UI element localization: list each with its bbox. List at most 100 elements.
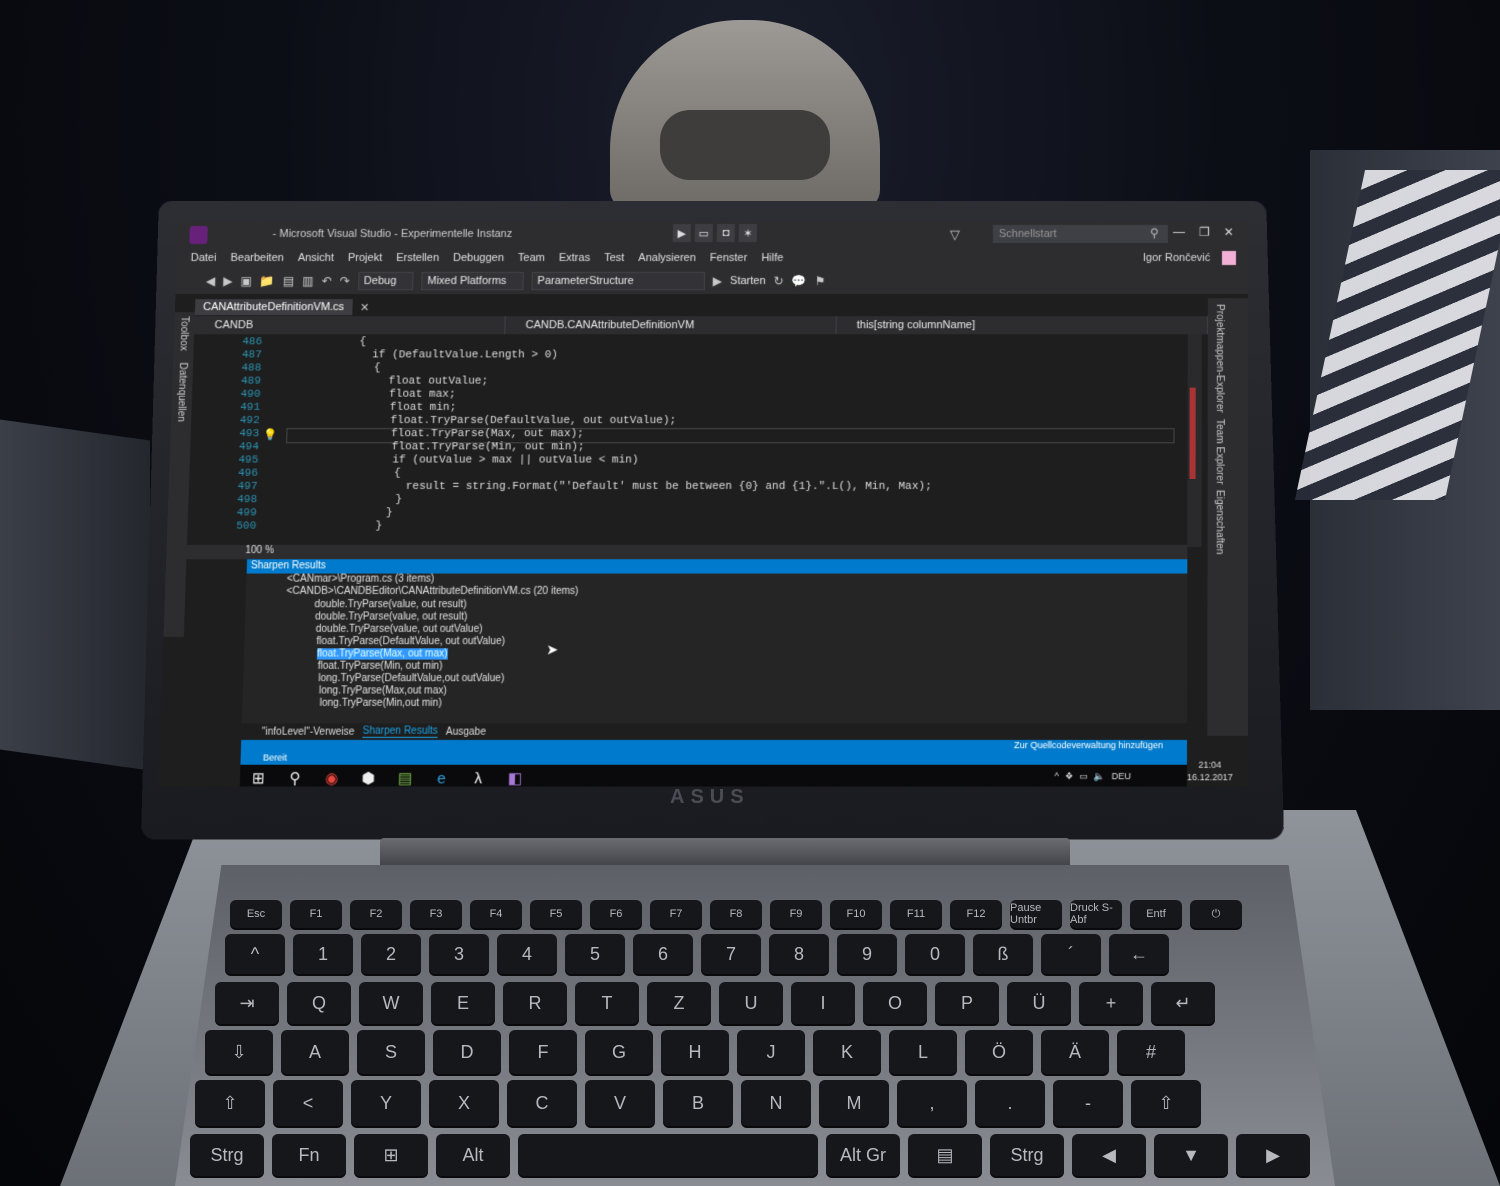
frame-icon[interactable]: ◘ — [717, 224, 735, 242]
key[interactable]: Ü — [1007, 982, 1071, 1024]
key[interactable]: V — [585, 1080, 655, 1126]
key[interactable]: ▼ — [1154, 1134, 1228, 1176]
config-select[interactable]: Debug — [358, 272, 414, 290]
key[interactable]: F9 — [770, 900, 822, 928]
key[interactable]: Pause Untbr — [1010, 900, 1062, 928]
key[interactable]: ⇩ — [205, 1030, 273, 1074]
key[interactable]: T — [575, 982, 639, 1024]
key[interactable]: S — [357, 1030, 425, 1074]
language-indicator[interactable]: DEU — [1112, 771, 1131, 782]
key[interactable]: . — [975, 1080, 1045, 1126]
result-item[interactable]: double.TryParse(value, out outValue) — [316, 624, 483, 635]
new-project-icon[interactable]: ▣ — [240, 274, 252, 288]
key[interactable]: ^ — [225, 934, 285, 974]
key[interactable]: # — [1117, 1030, 1185, 1074]
key[interactable]: F8 — [710, 900, 762, 928]
comment-icon[interactable]: 💬 — [792, 274, 807, 288]
save-all-icon[interactable]: ▥ — [302, 274, 314, 288]
properties-tab[interactable]: Eigenschaften — [1214, 490, 1225, 555]
lightbulb-icon[interactable]: 💡 — [263, 428, 277, 442]
redo-icon[interactable]: ↷ — [340, 274, 350, 288]
key[interactable]: Esc — [230, 900, 282, 928]
save-icon[interactable]: ▤ — [283, 274, 295, 288]
key[interactable]: Z — [647, 982, 711, 1024]
menu-file[interactable]: Datei — [191, 252, 217, 264]
key[interactable]: U — [719, 982, 783, 1024]
undo-icon[interactable]: ↶ — [321, 274, 332, 288]
key[interactable]: 2 — [361, 934, 421, 974]
start-icon[interactable]: ▶ — [713, 274, 722, 288]
result-item[interactable]: long.TryParse(Min,out min) — [319, 698, 441, 709]
key[interactable]: F7 — [650, 900, 702, 928]
key[interactable]: F — [509, 1030, 577, 1074]
notepad-icon[interactable]: ▤ — [395, 769, 416, 787]
key[interactable]: F3 — [410, 900, 462, 928]
key[interactable]: ↵ — [1151, 982, 1215, 1024]
key[interactable]: Fn — [272, 1134, 346, 1176]
key[interactable]: M — [819, 1080, 889, 1126]
zoom-level[interactable]: 100 % — [186, 545, 1187, 559]
key[interactable]: Ö — [965, 1030, 1033, 1074]
key[interactable]: G — [585, 1030, 653, 1074]
key[interactable]: X — [429, 1080, 499, 1126]
menu-test[interactable]: Test — [604, 252, 624, 264]
menu-build[interactable]: Erstellen — [396, 252, 439, 264]
key[interactable]: Entf — [1130, 900, 1182, 928]
result-item[interactable]: long.TryParse(Max,out max) — [319, 685, 447, 696]
key[interactable]: Y — [351, 1080, 421, 1126]
key[interactable]: ⊞ — [354, 1134, 428, 1176]
close-icon[interactable]: ✕ — [360, 301, 370, 314]
menu-edit[interactable]: Bearbeiten — [230, 252, 284, 264]
result-item[interactable]: double.TryParse(value, out result) — [315, 611, 468, 622]
key[interactable]: H — [661, 1030, 729, 1074]
class-dropdown[interactable]: CANDB.CANAttributeDefinitionVM — [505, 316, 836, 334]
key[interactable]: B — [663, 1080, 733, 1126]
result-group[interactable]: <CANmar>\Program.cs (3 items) — [287, 574, 435, 585]
key[interactable]: J — [737, 1030, 805, 1074]
minimize-button[interactable]: — — [1173, 225, 1185, 239]
key[interactable]: 9 — [837, 934, 897, 974]
structure-select[interactable]: ParameterStructure — [531, 272, 705, 290]
key[interactable] — [518, 1134, 818, 1176]
user-name[interactable]: Igor Rončević — [1143, 252, 1210, 264]
key[interactable]: R — [503, 982, 567, 1024]
key[interactable]: O — [863, 982, 927, 1024]
key[interactable]: 3 — [429, 934, 489, 974]
key[interactable]: ▤ — [908, 1134, 982, 1176]
edge-icon[interactable]: e — [431, 769, 452, 786]
menu-window[interactable]: Fenster — [710, 252, 748, 264]
key[interactable]: D — [433, 1030, 501, 1074]
start-menu-icon[interactable]: ⊞ — [248, 769, 269, 787]
key[interactable]: ß — [973, 934, 1033, 974]
forward-icon[interactable]: ▶ — [223, 274, 233, 288]
taskbar-clock[interactable]: 21:04 16.12.2017 — [1187, 759, 1233, 784]
result-item[interactable]: float.TryParse(DefaultValue, out outValu… — [316, 636, 505, 647]
key[interactable]: 6 — [633, 934, 693, 974]
key[interactable]: F4 — [470, 900, 522, 928]
key[interactable]: + — [1079, 982, 1143, 1024]
menu-view[interactable]: Ansicht — [298, 252, 334, 264]
key[interactable]: I — [791, 982, 855, 1024]
comment-icon[interactable]: ▭ — [695, 224, 713, 242]
key[interactable]: C — [507, 1080, 577, 1126]
result-item[interactable]: long.TryParse(DefaultValue,out outValue) — [318, 673, 504, 684]
volume-icon[interactable]: 🔈 — [1094, 771, 1105, 782]
source-control-button[interactable]: Zur Quellcodeverwaltung hinzufügen — [1014, 740, 1163, 750]
key[interactable]: ← — [1109, 934, 1169, 974]
menu-project[interactable]: Projekt — [348, 252, 383, 264]
key[interactable]: ◀ — [1072, 1134, 1146, 1176]
menu-debug[interactable]: Debuggen — [453, 252, 504, 264]
key[interactable]: F6 — [590, 900, 642, 928]
tab-canattributedefinitionvm[interactable]: CANAttributeDefinitionVM.cs — [195, 299, 353, 315]
code-editor[interactable]: 💡 486 { 487 if (DefaultValue.Length > 0)… — [187, 334, 1188, 545]
menu-analyze[interactable]: Analysieren — [638, 252, 696, 264]
key[interactable]: F2 — [350, 900, 402, 928]
refresh-icon[interactable]: ↻ — [774, 274, 784, 288]
app-icon[interactable]: λ — [468, 769, 489, 786]
key[interactable]: F12 — [950, 900, 1002, 928]
key[interactable]: ⇧ — [195, 1080, 265, 1126]
key[interactable]: < — [273, 1080, 343, 1126]
key[interactable]: ▶ — [1236, 1134, 1310, 1176]
key[interactable]: 8 — [769, 934, 829, 974]
avatar[interactable] — [1222, 251, 1236, 265]
